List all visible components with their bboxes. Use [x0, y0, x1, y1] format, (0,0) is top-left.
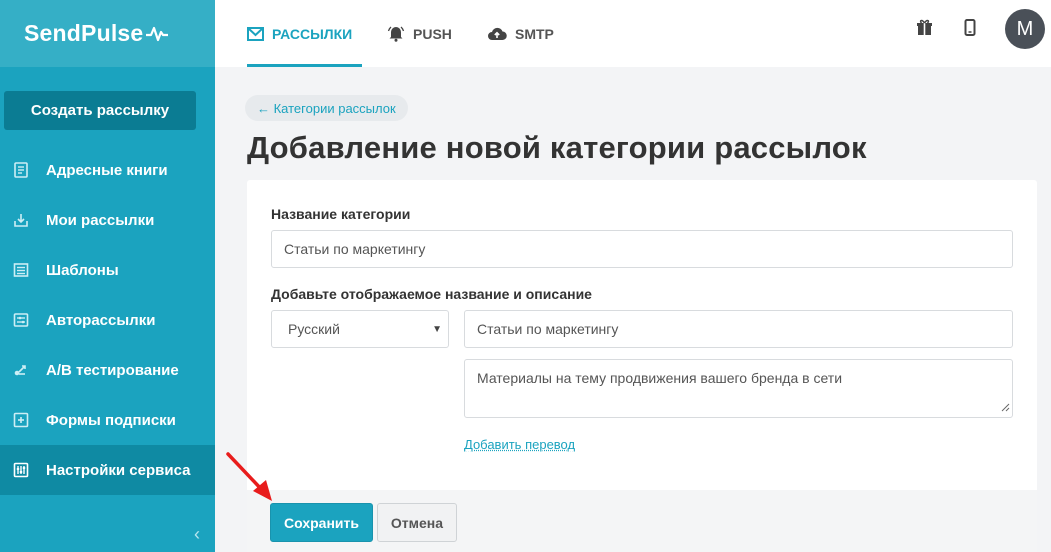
tab-smtp[interactable]: SMTP	[487, 0, 554, 67]
tab-label: SMTP	[515, 25, 554, 42]
sidebar-item-label: Адресные книги	[46, 161, 168, 179]
cancel-button[interactable]: Отмена	[377, 503, 457, 542]
page-title: Добавление новой категории рассылок	[247, 130, 867, 165]
description-text: Материалы на тему продвижения вашего бре…	[477, 370, 843, 386]
sidebar-item-ab-testing[interactable]: A/B тестирование	[0, 345, 215, 395]
resize-handle-icon[interactable]	[1001, 399, 1010, 415]
collapse-sidebar-icon[interactable]: ‹	[194, 524, 200, 545]
save-button[interactable]: Сохранить	[270, 503, 373, 542]
create-mailing-button[interactable]: Создать рассылку	[4, 91, 196, 130]
settings-sliders-icon	[12, 461, 30, 479]
templates-icon	[12, 261, 30, 279]
sidebar-item-templates[interactable]: Шаблоны	[0, 245, 215, 295]
sidebar-item-my-mailings[interactable]: Мои рассылки	[0, 195, 215, 245]
sidebar-item-service-settings[interactable]: Настройки сервиса	[0, 445, 215, 495]
mobile-icon[interactable]	[960, 17, 980, 37]
add-translation-link[interactable]: Добавить перевод	[464, 437, 575, 452]
category-name-label: Название категории	[271, 206, 411, 222]
sidebar-item-label: A/B тестирование	[46, 361, 179, 379]
gift-icon[interactable]	[914, 17, 934, 37]
language-select[interactable]: Русский ▼	[271, 310, 449, 348]
sidebar-item-label: Мои рассылки	[46, 211, 155, 229]
sidebar-item-label: Настройки сервиса	[46, 461, 191, 479]
language-selected-value: Русский	[288, 321, 340, 337]
sidebar-item-address-books[interactable]: Адресные книги	[0, 145, 215, 195]
envelope-icon	[247, 26, 264, 41]
tab-push[interactable]: PUSH	[387, 0, 452, 67]
brand-name: SendPulse	[24, 20, 144, 46]
brand-logo[interactable]: SendPulse	[0, 0, 215, 67]
ab-test-icon	[12, 361, 30, 379]
display-name-label: Добавьте отображаемое название и описани…	[271, 286, 592, 302]
display-name-input[interactable]: Статьи по маркетингу	[464, 310, 1013, 348]
sidebar-item-label: Формы подписки	[46, 411, 176, 429]
category-form-card: Название категории Статьи по маркетингу …	[247, 180, 1037, 552]
top-nav: РАССЫЛКИ PUSH SMTP M	[215, 0, 1051, 67]
description-textarea[interactable]: Материалы на тему продвижения вашего бре…	[464, 359, 1013, 418]
category-name-input[interactable]: Статьи по маркетингу	[271, 230, 1013, 268]
annotation-arrow-icon	[226, 452, 272, 501]
automation-icon	[12, 311, 30, 329]
sidebar-item-subscription-forms[interactable]: Формы подписки	[0, 395, 215, 445]
tab-mailings[interactable]: РАССЫЛКИ	[247, 0, 362, 67]
sidebar: SendPulse Создать рассылку Адресные книг…	[0, 0, 215, 552]
user-avatar[interactable]: M	[1005, 9, 1045, 49]
tab-label: PUSH	[413, 25, 452, 42]
back-to-categories-link[interactable]: ← Категории рассылок	[245, 95, 408, 121]
sidebar-item-label: Шаблоны	[46, 261, 119, 279]
mailings-icon	[12, 211, 30, 229]
sidebar-item-automation[interactable]: Авторассылки	[0, 295, 215, 345]
subscription-form-icon	[12, 411, 30, 429]
dropdown-arrow-icon: ▼	[432, 324, 442, 335]
sidebar-item-label: Авторассылки	[46, 311, 156, 329]
address-book-icon	[12, 161, 30, 179]
bell-icon	[387, 25, 405, 42]
sidebar-nav: Адресные книги Мои рассылки Шаблоны Авто…	[0, 145, 215, 495]
cloud-upload-icon	[487, 26, 507, 41]
tab-label: РАССЫЛКИ	[272, 25, 353, 42]
pulse-icon	[146, 26, 169, 42]
avatar-letter: M	[1016, 17, 1034, 40]
